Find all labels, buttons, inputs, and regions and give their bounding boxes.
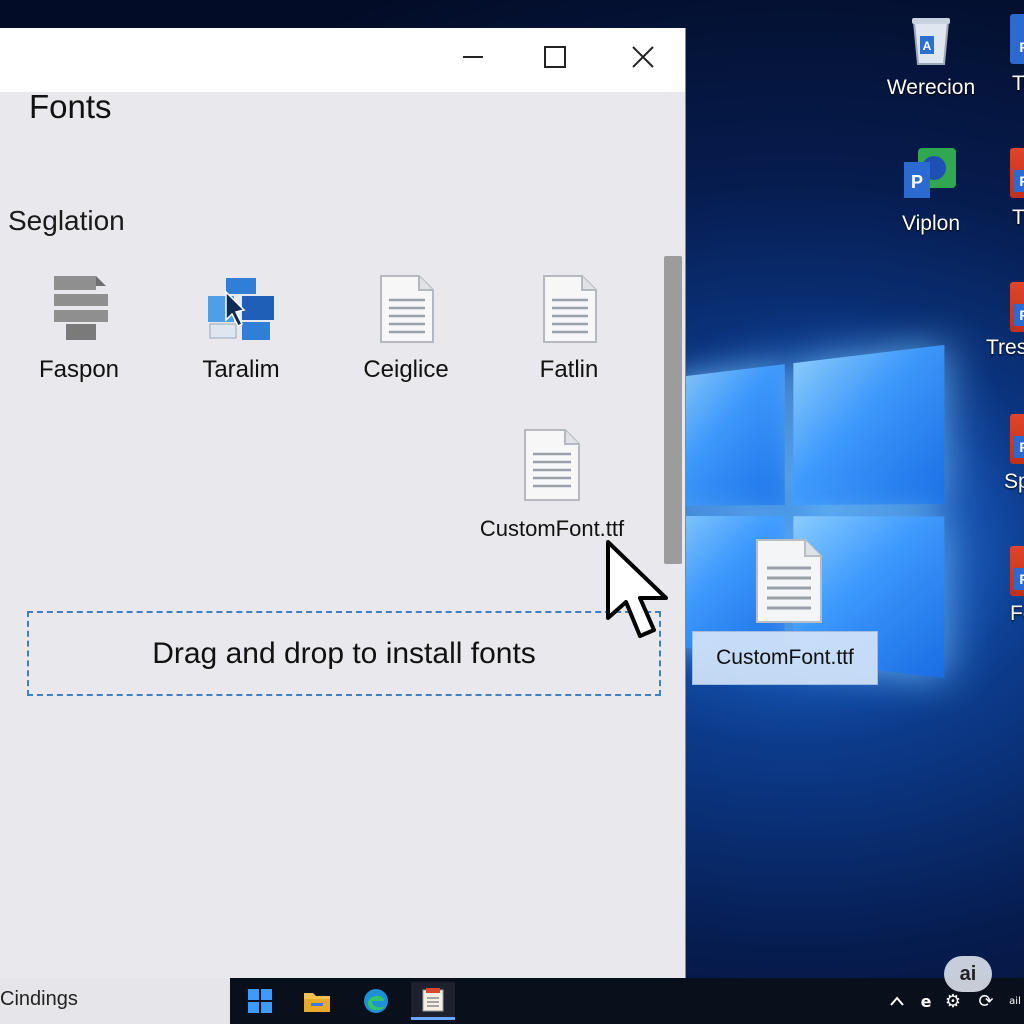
close-icon (632, 46, 654, 68)
title-bar[interactable] (0, 28, 685, 92)
maximize-button[interactable] (520, 28, 590, 86)
font-printer-icon (54, 276, 108, 340)
mouse-cursor-icon (606, 540, 668, 638)
tray-chevron-up-icon[interactable] (884, 978, 910, 1024)
svg-text:A: A (923, 39, 932, 53)
ai-badge[interactable]: ai (944, 956, 992, 992)
file-explorer-icon (304, 993, 330, 1012)
font-item-fatlin[interactable]: Fatlin (494, 274, 644, 384)
taskbar-file-explorer[interactable] (295, 982, 339, 1020)
svg-text:P: P (911, 172, 923, 192)
drop-zone-text: Drag and drop to install fonts (152, 636, 536, 670)
desktop-icon-werecion[interactable]: A Werecion (876, 14, 986, 100)
taskbar-fonts-app[interactable] (411, 982, 455, 1020)
powerpoint-icon: P (1010, 546, 1024, 596)
start-button[interactable] (238, 982, 282, 1020)
desktop-icon-sp[interactable]: P Sp (1004, 414, 1024, 500)
powerpoint-icon: P (1010, 148, 1024, 198)
section-title: Seglation (8, 205, 125, 236)
document-icon (524, 429, 580, 501)
powerpoint-icon: P (1010, 414, 1024, 464)
maximize-icon (544, 46, 566, 68)
document-icon (756, 539, 822, 623)
edge-icon (364, 989, 388, 1013)
minimize-icon (463, 56, 483, 58)
powerpoint-icon: P (1010, 14, 1024, 64)
powerpoint-icon: P (1010, 282, 1024, 332)
close-button[interactable] (608, 28, 678, 86)
desktop-icon-tres[interactable]: P Tres (986, 282, 1024, 368)
font-item-taralim[interactable]: Taralim (166, 274, 316, 384)
scrollbar-thumb[interactable] (664, 256, 682, 564)
tray-clock[interactable]: ail (1006, 978, 1024, 1024)
page-title: Fonts (29, 88, 112, 125)
document-icon (543, 275, 597, 343)
drag-ghost-label: CustomFont.ttf (692, 631, 878, 685)
font-item-ceiglice[interactable]: Ceiglice (331, 274, 481, 384)
dragged-file-item[interactable]: CustomFont.ttf (462, 428, 642, 542)
taskbar-edge[interactable] (354, 982, 398, 1020)
desktop-icon-t[interactable]: P T (1010, 14, 1024, 95)
taskbar-search-box[interactable]: Cindings (0, 978, 230, 1024)
taskbar: Cindings e ⚙ ⟳ ail (0, 978, 1024, 1024)
desktop-icon-tr[interactable]: P Tr (1010, 148, 1024, 234)
document-icon (380, 275, 434, 343)
font-blue-icon (208, 278, 274, 340)
desktop-icon-viplon[interactable]: P Viplon (876, 146, 986, 236)
recycle-bin-icon: A (912, 18, 950, 65)
fonts-app-icon (422, 987, 444, 1011)
font-item-faspon[interactable]: Faspon (4, 274, 154, 384)
app-icon: P (904, 148, 956, 198)
minimize-button[interactable] (438, 28, 508, 86)
desktop-icon-fo[interactable]: P Fo (1008, 546, 1024, 632)
search-text: Cindings (0, 988, 78, 1010)
windows-start-icon (248, 989, 272, 1013)
tray-edge-icon[interactable]: e (914, 978, 938, 1024)
font-drop-zone[interactable]: Drag and drop to install fonts (27, 611, 661, 696)
